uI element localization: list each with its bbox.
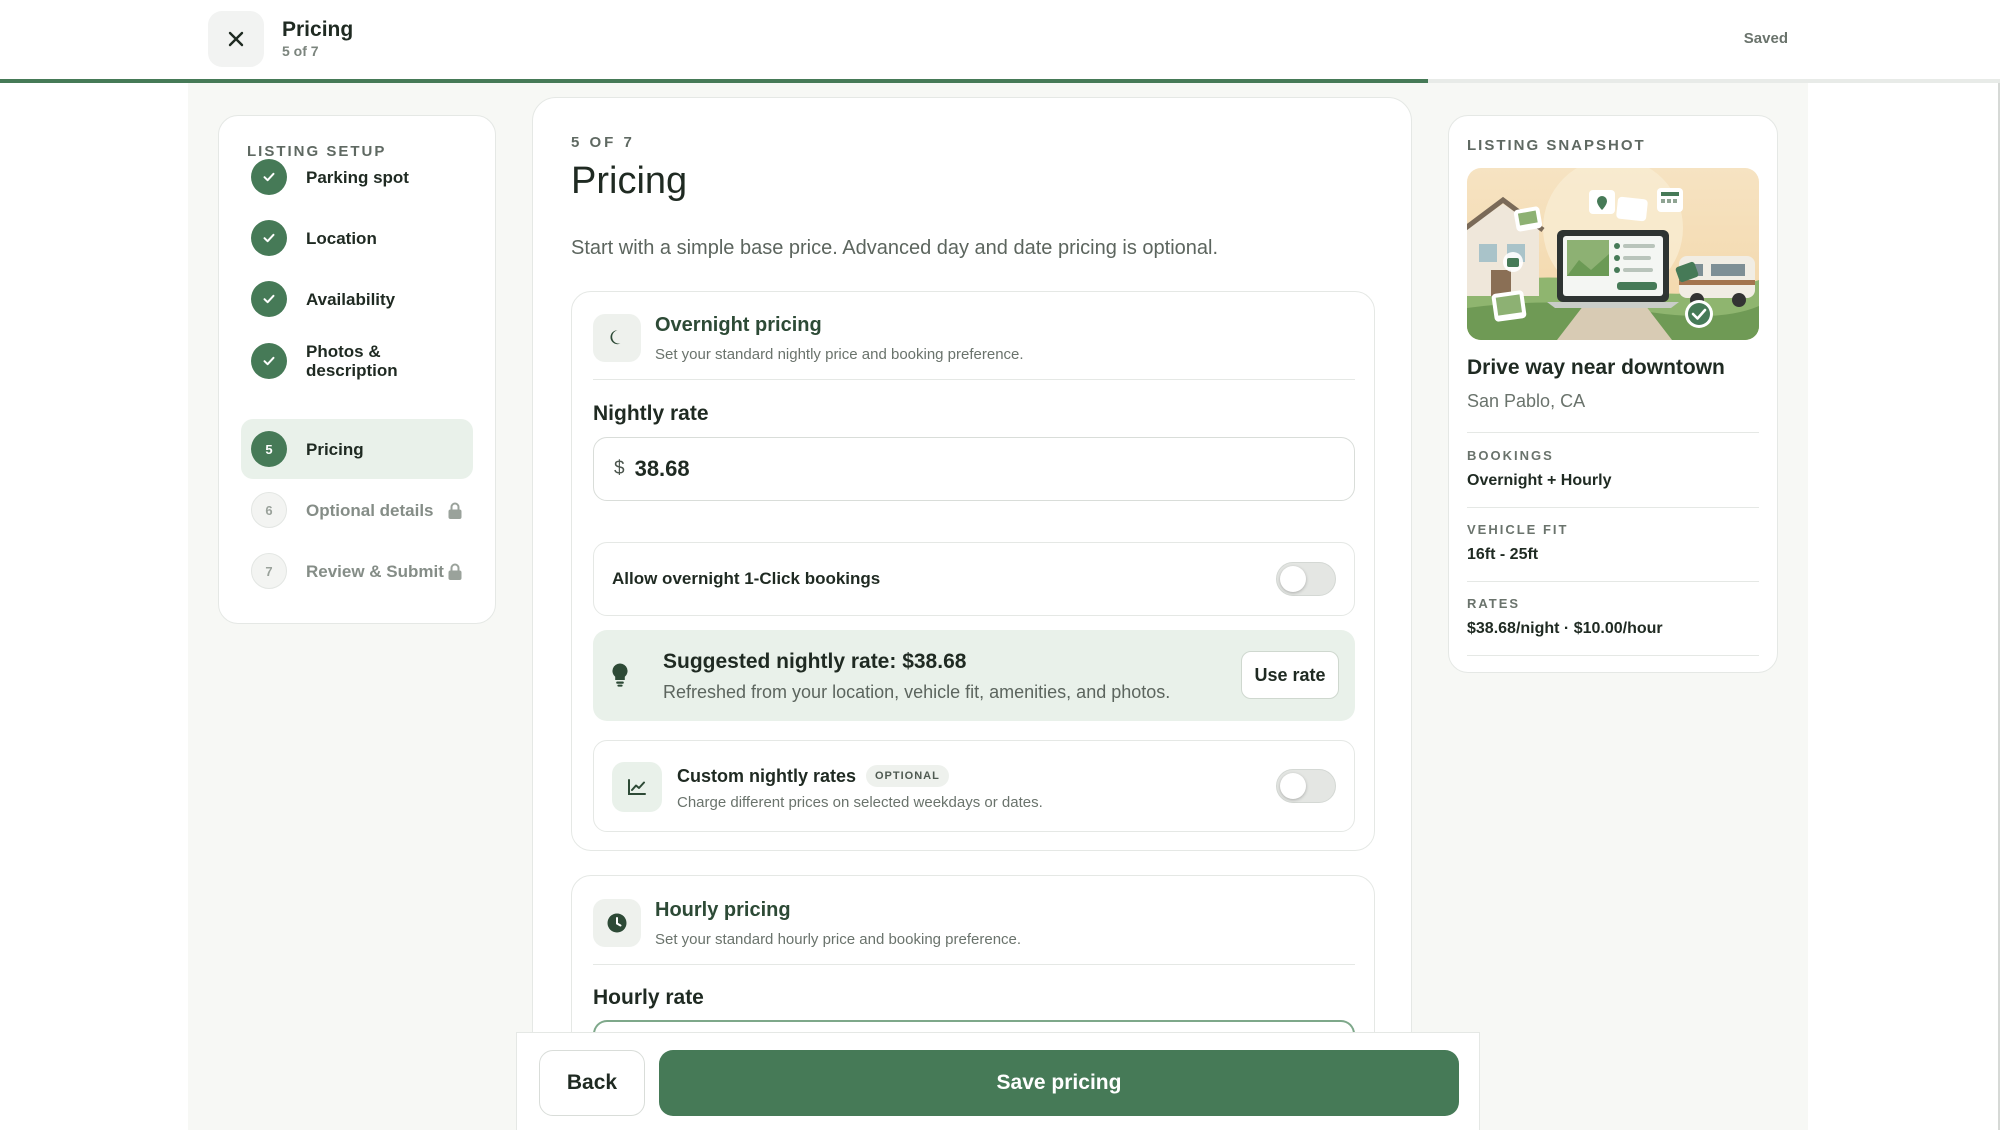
save-status: Saved xyxy=(1743,30,1788,47)
step-label: Optional details xyxy=(306,500,434,520)
sidebar-step-parking-spot[interactable]: Parking spot xyxy=(241,147,473,207)
step-label: Review & Submit xyxy=(306,561,444,581)
listing-location: San Pablo, CA xyxy=(1467,391,1586,411)
bottom-action-bar: Back Save pricing xyxy=(516,1032,1480,1130)
optional-badge: OPTIONAL xyxy=(866,765,949,787)
toggle-knob xyxy=(1280,773,1306,799)
clock-icon xyxy=(607,913,627,933)
lightbulb-icon xyxy=(612,663,628,687)
back-button[interactable]: Back xyxy=(539,1050,645,1116)
rates-value: $38.68/night · $10.00/hour xyxy=(1467,620,1663,637)
currency-symbol: $ xyxy=(614,458,625,479)
toggle-knob xyxy=(1280,566,1306,592)
sidebar-step-photos-description[interactable]: Photos & description xyxy=(241,331,473,391)
nightly-rate-value: 38.68 xyxy=(634,456,690,481)
oneclick-bookings-row: Allow overnight 1-Click bookings xyxy=(593,542,1355,616)
bookings-label: BOOKINGS xyxy=(1467,448,1554,463)
check-icon xyxy=(263,356,275,366)
nightly-rate-label: Nightly rate xyxy=(593,402,709,425)
snapshot-divider xyxy=(1467,432,1759,433)
suggested-rate-banner: Suggested nightly rate: $38.68 Refreshed… xyxy=(593,630,1355,721)
hourly-rate-label: Hourly rate xyxy=(593,986,704,1009)
header-title: Pricing xyxy=(282,18,354,41)
lock-icon xyxy=(448,502,462,519)
trend-chart-icon xyxy=(628,779,646,795)
check-icon xyxy=(263,172,275,182)
header-step-counter: 5 of 7 xyxy=(282,43,319,59)
lock-icon xyxy=(448,563,462,580)
trend-icon-tile xyxy=(612,762,662,812)
step-eyebrow: 5 OF 7 xyxy=(571,134,635,151)
close-icon xyxy=(228,31,244,47)
sidebar-step-availability[interactable]: Availability xyxy=(241,269,473,329)
vehicle-fit-label: VEHICLE FIT xyxy=(1467,522,1569,537)
top-header: Pricing 5 of 7 Saved xyxy=(0,0,2000,80)
snapshot-divider xyxy=(1467,507,1759,508)
rates-label: RATES xyxy=(1467,596,1521,611)
snapshot-divider xyxy=(1467,655,1759,656)
sidebar-step-pricing[interactable]: 5 Pricing xyxy=(241,419,473,479)
suggested-rate-title: Suggested nightly rate: $38.68 xyxy=(663,650,967,673)
page-intro: Start with a simple base price. Advanced… xyxy=(571,237,1219,259)
page-title: Pricing xyxy=(571,160,688,202)
step-done-badge xyxy=(251,343,287,379)
step-label: Photos & description xyxy=(306,342,398,380)
custom-nightly-rates-row: Custom nightly rates OPTIONAL Charge dif… xyxy=(593,740,1355,832)
check-icon xyxy=(263,233,275,243)
listing-illustration xyxy=(1467,168,1759,340)
section-subtitle: Set your standard nightly price and book… xyxy=(655,346,1024,363)
section-divider xyxy=(593,379,1355,380)
use-rate-button[interactable]: Use rate xyxy=(1241,651,1339,699)
sidebar-step-optional-details[interactable]: 6 Optional details xyxy=(241,480,473,540)
sidebar-step-review-submit[interactable]: 7 Review & Submit xyxy=(241,541,473,601)
sidebar-step-location[interactable]: Location xyxy=(241,208,473,268)
step-label: Parking spot xyxy=(306,167,409,187)
vehicle-fit-value: 16ft - 25ft xyxy=(1467,546,1539,563)
oneclick-bookings-toggle[interactable] xyxy=(1276,562,1336,596)
save-pricing-button[interactable]: Save pricing xyxy=(659,1050,1459,1116)
listing-setup-sidebar: LISTING SETUP Parking spot Location Avai… xyxy=(218,115,496,624)
custom-nightly-rates-toggle[interactable] xyxy=(1276,769,1336,803)
check-icon xyxy=(263,294,275,304)
step-number-badge: 7 xyxy=(251,553,287,589)
section-divider xyxy=(593,964,1355,965)
step-done-badge xyxy=(251,281,287,317)
snapshot-divider xyxy=(1467,581,1759,582)
moon-icon-tile xyxy=(593,314,641,362)
suggested-rate-subtitle: Refreshed from your location, vehicle fi… xyxy=(663,682,1171,702)
overnight-pricing-section: Overnight pricing Set your standard nigh… xyxy=(571,291,1375,851)
section-title: Overnight pricing xyxy=(655,314,822,336)
step-done-badge xyxy=(251,220,287,256)
progress-bar-fill xyxy=(0,79,1428,83)
pricing-main-card: 5 OF 7 Pricing Start with a simple base … xyxy=(532,97,1412,1130)
clock-icon-tile xyxy=(593,899,641,947)
step-label: Location xyxy=(306,228,377,248)
step-label: Availability xyxy=(306,289,396,309)
oneclick-bookings-label: Allow overnight 1-Click bookings xyxy=(612,569,881,588)
section-title: Hourly pricing xyxy=(655,899,791,921)
section-subtitle: Set your standard hourly price and booki… xyxy=(655,931,1022,948)
step-done-badge xyxy=(251,159,287,195)
close-button[interactable] xyxy=(208,11,264,67)
step-number-badge: 6 xyxy=(251,492,287,528)
bookings-value: Overnight + Hourly xyxy=(1467,472,1612,489)
listing-title: Drive way near downtown xyxy=(1467,356,1725,379)
step-label: Pricing xyxy=(306,439,364,459)
nightly-rate-input[interactable]: $ 38.68 xyxy=(593,437,1355,501)
listing-snapshot-card: LISTING SNAPSHOT Drive way near downtown… xyxy=(1448,115,1778,673)
step-number-badge: 5 xyxy=(251,431,287,467)
custom-nightly-rates-title: Custom nightly rates xyxy=(677,766,857,786)
custom-nightly-rates-subtitle: Charge different prices on selected week… xyxy=(677,794,1043,811)
progress-bar xyxy=(0,79,2000,83)
moon-icon xyxy=(610,330,621,345)
snapshot-heading: LISTING SNAPSHOT xyxy=(1467,137,1646,154)
